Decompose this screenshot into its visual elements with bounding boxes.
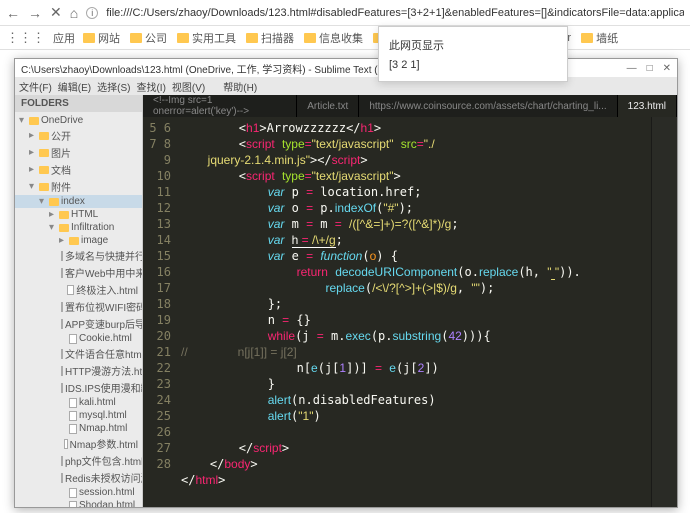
alert-title: 此网页显示 xyxy=(389,37,557,53)
editor-titlebar: C:\Users\zhaoy\Downloads\123.html (OneDr… xyxy=(15,59,677,77)
apps-icon[interactable]: ⋮⋮⋮ xyxy=(6,30,45,46)
tree-item[interactable]: ▸image xyxy=(15,234,142,247)
close-window-button[interactable]: ✕ xyxy=(663,63,671,74)
tree-item[interactable]: ▾Infiltration xyxy=(15,221,142,234)
menu-item[interactable]: 选择(S) xyxy=(97,79,130,94)
bookmark-item[interactable]: 信息收集 xyxy=(304,30,363,46)
code-area: <!--Img src=1 onerror=alert('key')-->Art… xyxy=(143,95,677,507)
tree-item[interactable]: APP变速burp后导.ht... xyxy=(15,315,142,332)
line-gutter: 5 6 7 8 9 10 11 12 13 14 15 16 17 18 19 … xyxy=(143,117,177,507)
editor-tab[interactable]: Article.txt xyxy=(297,95,359,117)
back-button[interactable]: ← xyxy=(6,5,20,21)
tree-item[interactable]: mysql.html xyxy=(15,409,142,422)
tree-item[interactable]: ▸HTML xyxy=(15,208,142,221)
bookmark-item[interactable]: 公司 xyxy=(130,30,167,46)
tree-item[interactable]: HTTP漫游方法.html xyxy=(15,362,142,379)
close-button[interactable]: ✕ xyxy=(50,4,62,21)
tree-item[interactable]: php文件包含.html xyxy=(15,452,142,469)
browser-toolbar: ← → ✕ ⌂ i file:///C:/Users/zhaoy/Downloa… xyxy=(0,0,690,26)
menu-item[interactable]: 视图(V) xyxy=(172,79,205,94)
menu-item[interactable]: 编辑(E) xyxy=(58,79,91,94)
minimap[interactable] xyxy=(651,117,677,507)
url-bar[interactable]: file:///C:/Users/zhaoy/Downloads/123.htm… xyxy=(106,7,684,19)
tree-item[interactable]: ▾OneDrive xyxy=(15,114,142,127)
sublime-window: C:\Users\zhaoy\Downloads\123.html (OneDr… xyxy=(14,58,678,508)
home-button[interactable]: ⌂ xyxy=(70,5,78,21)
menu-item[interactable]: 帮助(H) xyxy=(223,79,257,94)
tree-item[interactable]: Nmap参数.html xyxy=(15,435,142,452)
tree-item[interactable]: ▸公开 xyxy=(15,127,142,144)
tree-item[interactable]: session.html xyxy=(15,486,142,499)
forward-button[interactable]: → xyxy=(28,5,42,21)
bookmarks-label: 应用 xyxy=(53,30,75,46)
bookmark-item[interactable]: 网站 xyxy=(83,30,120,46)
tree-item[interactable]: IDS.IPS使用漫和缺... xyxy=(15,379,142,396)
tree-item[interactable]: ▸图片 xyxy=(15,144,142,161)
tree-item[interactable]: Shodan.html xyxy=(15,499,142,507)
info-icon[interactable]: i xyxy=(86,7,98,19)
bookmark-item[interactable]: 墙纸 xyxy=(581,30,618,46)
editor-menubar: 文件(F) 编辑(E) 选择(S) 查找(I) 视图(V) 帮助(H) xyxy=(15,77,677,95)
tree-item[interactable]: 终极注入.html xyxy=(15,281,142,298)
sidebar: FOLDERS ▾OneDrive▸公开▸图片▸文档▾附件▾index▸HTML… xyxy=(15,95,143,507)
tree-item[interactable]: Cookie.html xyxy=(15,332,142,345)
file-tree[interactable]: ▾OneDrive▸公开▸图片▸文档▾附件▾index▸HTML▾Infiltr… xyxy=(15,112,142,507)
tree-item[interactable]: 文件语合任意html... xyxy=(15,345,142,362)
tree-item[interactable]: ▾附件 xyxy=(15,178,142,195)
bookmark-item[interactable]: 实用工具 xyxy=(177,30,236,46)
tree-item[interactable]: 多域名与快捷并行打... xyxy=(15,247,142,264)
maximize-button[interactable]: □ xyxy=(647,63,653,74)
tree-item[interactable]: ▸文档 xyxy=(15,161,142,178)
editor-tab[interactable]: https://www.coinsource.com/assets/chart/… xyxy=(359,95,617,117)
bookmarks-bar: ⋮⋮⋮ 应用 网站公司实用工具扫描器信息收集渗文Ranger墙纸 xyxy=(0,26,690,50)
bookmark-item[interactable]: 扫描器 xyxy=(246,30,294,46)
sidebar-title: FOLDERS xyxy=(15,95,142,112)
editor-tab[interactable]: 123.html xyxy=(618,95,677,117)
tree-item[interactable]: kali.html xyxy=(15,396,142,409)
tree-item[interactable]: Nmap.html xyxy=(15,422,142,435)
minimize-button[interactable]: — xyxy=(627,63,637,74)
js-alert-dialog: 此网页显示 [3 2 1] xyxy=(378,26,568,82)
tree-item[interactable]: Redis未授权访问漏... xyxy=(15,469,142,486)
code-editor[interactable]: <h1>Arrowzzzzzz</h1> <script type="text/… xyxy=(177,117,651,507)
tree-item[interactable]: ▾index xyxy=(15,195,142,208)
alert-message: [3 2 1] xyxy=(389,59,557,71)
menu-item[interactable]: 查找(I) xyxy=(136,79,165,94)
editor-tab[interactable]: <!--Img src=1 onerror=alert('key')--> xyxy=(143,95,297,117)
tree-item[interactable]: 客户Web中用中来she... xyxy=(15,264,142,281)
tree-item[interactable]: 置布位视WIFI密码... xyxy=(15,298,142,315)
tab-bar: <!--Img src=1 onerror=alert('key')-->Art… xyxy=(143,95,677,117)
menu-item[interactable]: 文件(F) xyxy=(19,79,52,94)
